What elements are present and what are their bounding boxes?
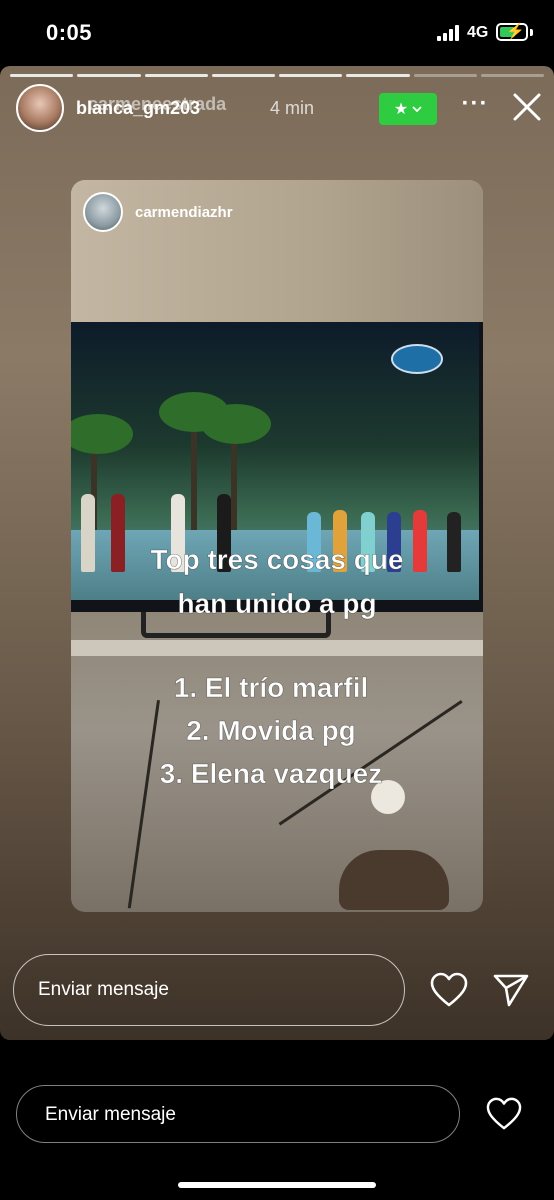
overlay-title-line1: Top tres cosas que [150, 544, 404, 576]
shared-post-avatar[interactable] [83, 192, 123, 232]
story-viewer[interactable]: carmeneestrada blanca_gm203 4 min ★ ··· … [0, 66, 554, 1040]
more-options-icon[interactable]: ··· [460, 92, 490, 122]
shared-post-username[interactable]: carmendiazhr [135, 204, 233, 221]
overlay-title-line2: han unido a pg [177, 588, 377, 620]
message-placeholder: Enviar mensaje [45, 1104, 176, 1125]
close-friends-badge[interactable]: ★ [379, 93, 437, 125]
tv-channel-logo [391, 344, 443, 374]
list-item: 1. El trío marfil [173, 672, 369, 704]
close-icon[interactable] [510, 90, 544, 124]
star-icon: ★ [393, 101, 409, 118]
send-icon[interactable] [492, 972, 530, 1008]
shared-post[interactable]: carmendiazhr Top tres cosas que han unid… [71, 180, 483, 912]
list-item: 2. Movida pg [186, 715, 356, 747]
username[interactable]: blanca_gm203 [76, 98, 200, 119]
charging-icon: ⚡ [506, 23, 525, 40]
signal-icon [437, 25, 459, 41]
reply-input[interactable]: Enviar mensaje [13, 954, 405, 1026]
status-bar: 0:05 4G ⚡ [0, 0, 554, 66]
avatar[interactable] [16, 84, 64, 132]
network-label: 4G [467, 24, 489, 41]
heart-icon[interactable] [430, 972, 468, 1008]
message-input[interactable]: Enviar mensaje [16, 1085, 460, 1143]
story-progress [10, 74, 544, 77]
status-time: 0:05 [46, 20, 93, 45]
heart-icon[interactable] [486, 1097, 522, 1131]
chevron-down-icon [412, 106, 422, 113]
reply-placeholder: Enviar mensaje [38, 979, 169, 1000]
home-indicator[interactable] [178, 1182, 376, 1188]
list-item: 3. Elena vazquez [159, 758, 383, 790]
story-time: 4 min [270, 98, 315, 118]
